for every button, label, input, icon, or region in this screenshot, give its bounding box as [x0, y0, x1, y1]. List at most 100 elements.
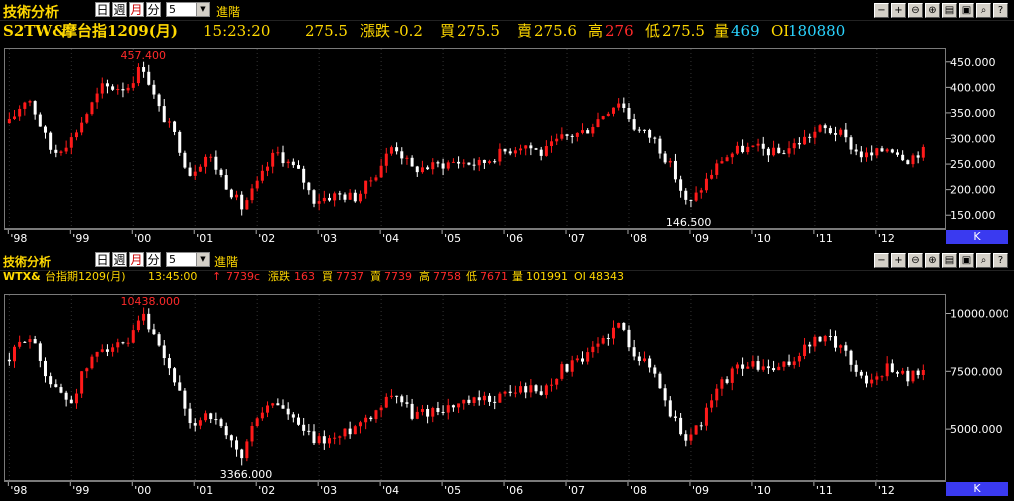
search-icon[interactable]: ⌕	[976, 3, 991, 18]
candle-body	[766, 148, 770, 156]
symbol: WTX&	[3, 270, 41, 283]
period-day-button[interactable]: 日	[95, 2, 110, 17]
high-label: 高	[419, 270, 430, 283]
candle-body	[291, 161, 295, 166]
interval-select[interactable]: 5 ▼	[166, 2, 210, 17]
period-month-button[interactable]: 月	[129, 252, 144, 267]
low-label: 低	[466, 270, 477, 283]
period-minute-button[interactable]: 分	[146, 252, 161, 267]
candle-body	[663, 153, 667, 163]
price-chart-1[interactable]: 457.400 146.500	[4, 48, 946, 229]
candle-body	[906, 160, 910, 165]
candle-body	[544, 385, 548, 395]
y-axis-1: 450.000 400.000 350.000 300.000 250.000 200.0…	[946, 48, 1008, 229]
minus-icon[interactable]: −	[874, 3, 889, 18]
plus-icon[interactable]: +	[891, 3, 906, 18]
save-icon[interactable]: ▣	[959, 253, 974, 268]
k-line-button-1[interactable]: K	[946, 230, 1008, 244]
candle-body	[818, 336, 822, 342]
candle-body	[121, 342, 125, 344]
candle-body	[405, 402, 409, 404]
candle-body	[33, 101, 37, 115]
candle-body	[374, 177, 378, 181]
candle-body	[111, 86, 115, 90]
x-tick-label: '01	[196, 232, 213, 245]
zoom-out-icon[interactable]: ⊖	[908, 253, 923, 268]
candle-body	[885, 363, 889, 377]
candle-body	[875, 148, 879, 156]
candle-body	[13, 116, 17, 119]
candle-body	[498, 148, 502, 162]
panel-2-titlebar: 技術分析 日 週 月 分 5 ▼ 進階 − + ⊖ ⊕ ▤ ▣ ⌕?	[0, 250, 1014, 271]
candle-body	[673, 160, 677, 180]
candle-body	[756, 143, 760, 146]
x-tick-label: '12	[878, 484, 895, 497]
minus-icon[interactable]: −	[874, 253, 889, 268]
extreme-value-label: 146.500	[666, 216, 712, 228]
candle-body	[74, 132, 78, 138]
candle-body	[880, 148, 884, 152]
candle-body	[467, 162, 471, 165]
candle-body	[23, 102, 27, 109]
candle-body	[400, 396, 404, 403]
candle-body	[13, 346, 17, 362]
candle-body	[596, 119, 600, 128]
candle-body	[183, 152, 187, 168]
settings-icon[interactable]: ▤	[942, 3, 957, 18]
plus-icon[interactable]: +	[891, 253, 906, 268]
candle-body	[312, 190, 316, 204]
oi-label: OI	[771, 22, 790, 40]
candle-body	[508, 151, 512, 154]
search-icon[interactable]: ⌕	[976, 253, 991, 268]
candle-body	[188, 408, 192, 424]
candle-body	[167, 121, 171, 123]
candle-body	[519, 386, 523, 393]
period-minute-button[interactable]: 分	[146, 2, 161, 17]
interval-select[interactable]: 5 ▼	[166, 252, 210, 267]
candle-body	[601, 337, 605, 344]
candle-body	[255, 418, 259, 427]
period-month-button[interactable]: 月	[129, 2, 144, 17]
candle-body	[901, 154, 905, 161]
contract-name: 台指期1209(月)	[45, 270, 126, 283]
candle-body	[297, 417, 301, 425]
period-week-button[interactable]: 週	[112, 252, 127, 267]
candle-body	[679, 179, 683, 191]
candle-body	[173, 121, 177, 132]
help-icon[interactable]: ?	[993, 3, 1008, 18]
candle-body	[539, 391, 543, 395]
zoom-out-icon[interactable]: ⊖	[908, 3, 923, 18]
candle-body	[493, 161, 497, 163]
price-chart-2[interactable]: 10438.000 3366.000	[4, 294, 946, 481]
advanced-button[interactable]: 進階	[216, 3, 240, 20]
candle-body	[147, 71, 151, 85]
chevron-down-icon[interactable]: ▼	[196, 253, 209, 266]
candle-body	[369, 180, 373, 182]
candle-body	[121, 89, 125, 91]
candle-body	[457, 403, 461, 408]
help-icon[interactable]: ?	[993, 253, 1008, 268]
candle-body	[286, 408, 290, 415]
candle-body	[229, 189, 233, 198]
chevron-down-icon[interactable]: ▼	[196, 3, 209, 16]
candle-body	[379, 407, 383, 411]
save-icon[interactable]: ▣	[959, 3, 974, 18]
settings-icon[interactable]: ▤	[942, 253, 957, 268]
period-week-button[interactable]: 週	[112, 2, 127, 17]
candle-body	[384, 153, 388, 166]
candle-body	[80, 371, 84, 394]
zoom-in-icon[interactable]: ⊕	[925, 3, 940, 18]
zoom-in-icon[interactable]: ⊕	[925, 253, 940, 268]
candle-body	[95, 93, 99, 103]
candle-body	[457, 161, 461, 164]
advanced-button[interactable]: 進階	[214, 253, 238, 270]
period-day-button[interactable]: 日	[95, 252, 110, 267]
candle-body	[276, 152, 280, 154]
candle-body	[131, 330, 135, 343]
candle-body	[467, 399, 471, 404]
candle-body	[111, 347, 115, 352]
k-line-button-2[interactable]: K	[946, 482, 1008, 496]
candle-body	[162, 106, 166, 123]
toolbar: − + ⊖ ⊕ ▤ ▣ ⌕?	[872, 3, 1008, 18]
candle-body	[818, 125, 822, 132]
